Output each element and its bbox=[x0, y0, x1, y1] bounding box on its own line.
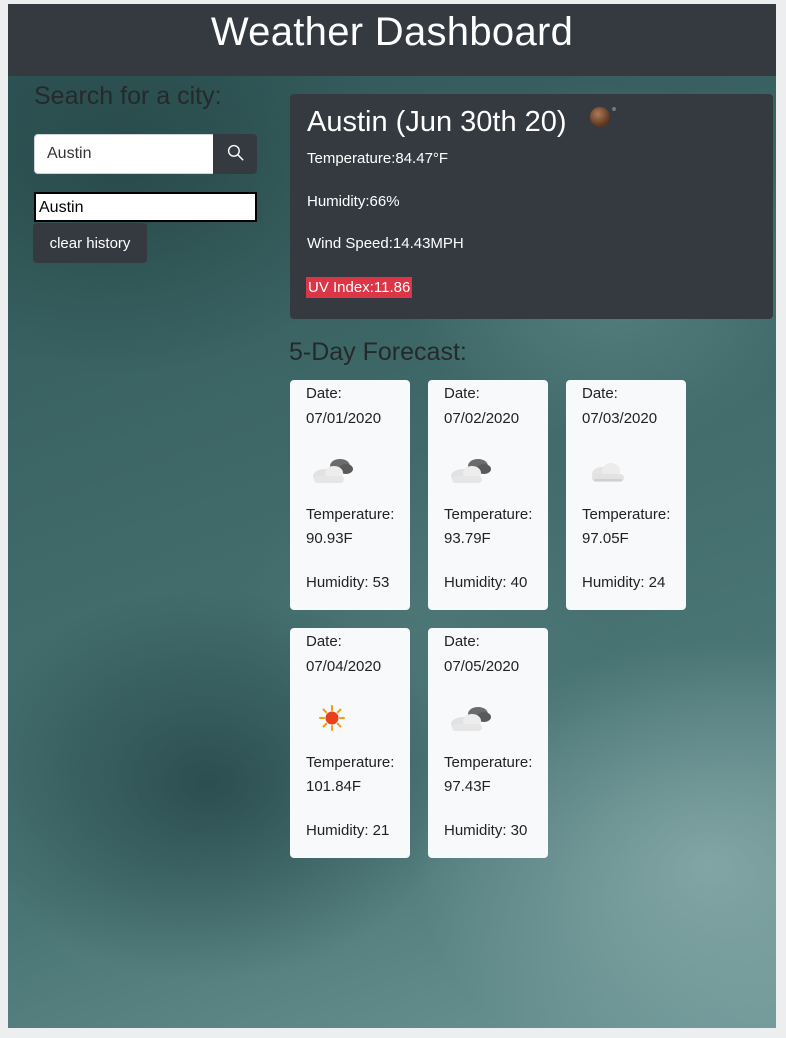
forecast-date-label: Date: bbox=[444, 385, 480, 402]
search-icon bbox=[227, 144, 244, 164]
forecast-temp-label: Temperature: bbox=[306, 754, 395, 771]
forecast-date: 07/03/2020 bbox=[582, 410, 658, 427]
forecast-date: 07/04/2020 bbox=[306, 658, 382, 675]
search-heading: Search for a city: bbox=[34, 82, 222, 110]
partly-cloudy-icon bbox=[308, 452, 356, 492]
uv-index-badge: UV Index:11.86 bbox=[306, 277, 413, 298]
search-input[interactable] bbox=[34, 134, 214, 174]
current-humidity: Humidity:66% bbox=[307, 193, 400, 210]
forecast-date-label: Date: bbox=[444, 633, 480, 650]
forecast-card: Date: 07/01/2020 Temperature: 90.93F Hum… bbox=[290, 380, 410, 610]
forecast-humidity: Humidity: 21 bbox=[306, 822, 390, 839]
forecast-humidity: Humidity: 53 bbox=[306, 574, 390, 591]
forecast-date-label: Date: bbox=[306, 385, 342, 402]
forecast-temp: 97.43F bbox=[444, 778, 491, 795]
cloud-icon bbox=[584, 452, 632, 492]
forecast-temp: 93.79F bbox=[444, 530, 491, 547]
forecast-temp: 101.84F bbox=[306, 778, 362, 795]
night-moon-icon bbox=[585, 100, 621, 135]
forecast-card: Date: 07/05/2020 Temperature: 97.43F Hum… bbox=[428, 628, 548, 858]
forecast-date-label: Date: bbox=[306, 633, 342, 650]
page: Weather Dashboard Search for a city: Aus… bbox=[8, 4, 776, 1028]
search-button[interactable] bbox=[213, 134, 257, 174]
forecast-temp: 90.93F bbox=[306, 530, 353, 547]
forecast-temp-label: Temperature: bbox=[306, 506, 395, 523]
forecast-humidity: Humidity: 24 bbox=[582, 574, 666, 591]
clear-history-button[interactable]: clear history bbox=[33, 223, 147, 263]
forecast-temp-label: Temperature: bbox=[582, 506, 671, 523]
forecast-humidity: Humidity: 40 bbox=[444, 574, 528, 591]
partly-cloudy-icon bbox=[446, 452, 494, 492]
forecast-card: Date: 07/03/2020 Temperature: 97.05F Hum… bbox=[566, 380, 686, 610]
forecast-temp: 97.05F bbox=[582, 530, 629, 547]
forecast-date: 07/01/2020 bbox=[306, 410, 382, 427]
history-item[interactable]: Austin bbox=[34, 192, 257, 222]
sun-icon bbox=[308, 700, 356, 740]
forecast-card: Date: 07/04/2020 Temperature: 101.84F Hu… bbox=[290, 628, 410, 858]
forecast-date-label: Date: bbox=[582, 385, 618, 402]
current-weather-card: Austin (Jun 30th 20) Temperature:84.47°F… bbox=[290, 94, 773, 319]
forecast-humidity: Humidity: 30 bbox=[444, 822, 528, 839]
forecast-temp-label: Temperature: bbox=[444, 506, 533, 523]
page-title: Weather Dashboard bbox=[210, 10, 574, 54]
current-temperature: Temperature:84.47°F bbox=[307, 150, 449, 167]
current-wind-speed: Wind Speed:14.43MPH bbox=[307, 235, 464, 252]
forecast-temp-label: Temperature: bbox=[444, 754, 533, 771]
forecast-card: Date: 07/02/2020 Temperature: 93.79F Hum… bbox=[428, 380, 548, 610]
forecast-heading: 5-Day Forecast: bbox=[289, 338, 467, 366]
forecast-date: 07/02/2020 bbox=[444, 410, 520, 427]
partly-cloudy-icon bbox=[446, 700, 494, 740]
header: Weather Dashboard bbox=[8, 4, 776, 76]
current-city-title: Austin (Jun 30th 20) bbox=[307, 106, 567, 138]
forecast-date: 07/05/2020 bbox=[444, 658, 520, 675]
